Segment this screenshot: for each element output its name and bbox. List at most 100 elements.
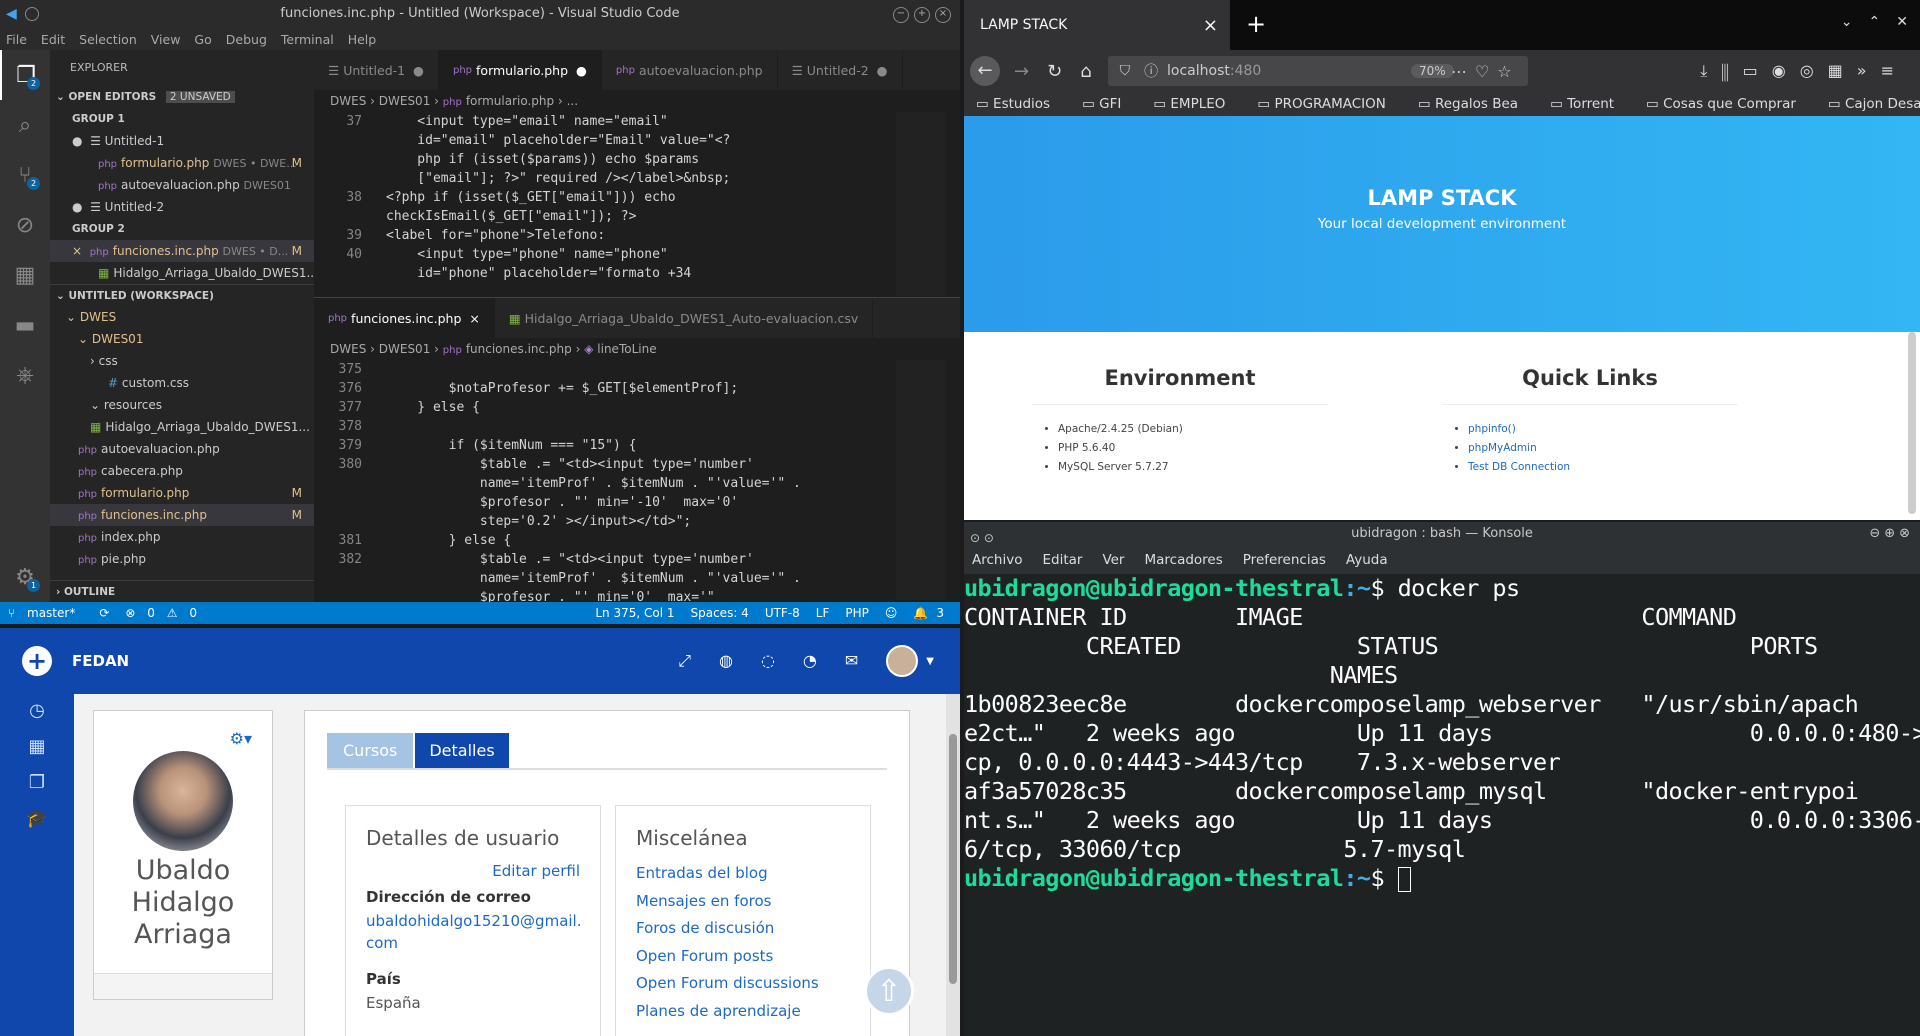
scrollbar[interactable] — [1908, 332, 1916, 514]
extensions-icon[interactable]: ▦ — [0, 250, 50, 300]
page-actions[interactable]: ⋯♡☆ — [1451, 62, 1520, 81]
link-phpmyadmin[interactable]: phpMyAdmin — [1468, 442, 1537, 454]
menu-debug[interactable]: Debug — [226, 32, 267, 47]
files-icon[interactable]: ❐ — [0, 772, 74, 802]
bookmark-folder[interactable]: ▭ Estudios — [976, 96, 1066, 112]
reload-button[interactable]: ↻ — [1047, 61, 1062, 82]
misc-link[interactable]: Open Forum discussions — [636, 970, 819, 998]
tree-file[interactable]: # custom.css — [50, 372, 314, 394]
kubernetes-icon[interactable]: ⎈ — [0, 350, 50, 400]
sync-icon[interactable]: ⟳ — [99, 606, 109, 620]
menu-ver[interactable]: Ver — [1102, 552, 1124, 568]
menu-go[interactable]: Go — [194, 32, 211, 47]
tree-file[interactable]: ▦ Hidalgo_Arriaga_Ubaldo_DWES1... — [50, 416, 314, 438]
minimize-button[interactable]: − — [893, 7, 909, 23]
close-button[interactable]: × — [935, 7, 951, 23]
debug-icon[interactable]: ⊘ — [0, 200, 50, 250]
user-avatar[interactable] — [886, 645, 919, 677]
misc-link[interactable]: Foros de discusión — [636, 915, 819, 943]
gear-icon[interactable]: ⚙▾ — [230, 729, 252, 748]
back-button[interactable]: ← — [970, 56, 1000, 86]
close-tab-icon[interactable]: × — [1203, 15, 1218, 36]
menu-archivo[interactable]: Archivo — [972, 552, 1022, 568]
open-editor-item[interactable]: php autoevaluacion.php DWES01 — [50, 174, 314, 196]
outline-header[interactable]: › OUTLINE — [50, 580, 314, 602]
menu-selection[interactable]: Selection — [79, 32, 137, 47]
menu-terminal[interactable]: Terminal — [281, 32, 334, 47]
url-bar[interactable]: ⛉ ⓘ localhost:480 70% ⋯♡☆ — [1107, 56, 1528, 86]
minimap[interactable] — [896, 360, 946, 600]
explorer-icon[interactable]: ❐ 2 — [0, 50, 50, 100]
code-editor-top[interactable]: 37 <input type="email" name="email" id="… — [314, 112, 960, 296]
tree-file[interactable]: php pie.php — [50, 548, 314, 570]
menu-view[interactable]: View — [151, 32, 181, 47]
tree-file[interactable]: php index.php — [50, 526, 314, 548]
tab-formulario[interactable]: php formulario.php ● — [438, 50, 602, 90]
link-test-db[interactable]: Test DB Connection — [1468, 461, 1570, 473]
menu-marcadores[interactable]: Marcadores — [1144, 552, 1222, 568]
tree-file[interactable]: php formulario.php M — [50, 482, 314, 504]
terminal-output[interactable]: ubidragon@ubidragon-thestral:~$ docker p… — [964, 574, 1920, 893]
tab-autoevaluacion[interactable]: php autoevaluacion.php — [602, 50, 778, 90]
close-window-icon[interactable]: ✕ — [1896, 14, 1908, 36]
indentation[interactable]: Spaces: 4 — [691, 606, 749, 620]
site-name[interactable]: FEDAN — [72, 652, 129, 670]
workspace-header[interactable]: ⌄ UNTITLED (WORKSPACE) — [50, 284, 314, 306]
bookmark-folder[interactable]: ▭ Cajon Desastre — [1828, 96, 1920, 112]
menu-help[interactable]: Help — [348, 32, 377, 47]
chevron-down-icon[interactable]: ▼ — [926, 656, 934, 667]
feedback-icon[interactable]: ☺ — [885, 606, 898, 620]
open-editor-item[interactable]: ▦ Hidalgo_Arriaga_Ubaldo_DWES1... — [50, 262, 314, 284]
maximize-button[interactable]: + — [914, 7, 930, 23]
tree-file[interactable]: php cabecera.php — [50, 460, 314, 482]
tab-detalles[interactable]: Detalles — [415, 733, 509, 768]
bookmark-folder[interactable]: ▭ Cosas que Comprar — [1646, 96, 1812, 112]
add-button[interactable]: + — [22, 646, 52, 676]
language-mode[interactable]: PHP — [845, 606, 869, 620]
misc-link[interactable]: Entradas del blog — [636, 860, 819, 888]
open-editor-item[interactable]: ● ☰ Untitled-2 — [50, 196, 314, 218]
settings-gear-icon[interactable]: ⚙ 1 — [0, 552, 50, 602]
tab-untitled-2[interactable]: ☰ Untitled-2 ● — [778, 50, 903, 90]
tree-file[interactable]: php funciones.inc.php M — [50, 504, 314, 526]
open-editor-item[interactable]: php formulario.php DWES • DWE... M — [50, 152, 314, 174]
bookmark-folder[interactable]: ▭ EMPLEO — [1153, 96, 1241, 112]
notifications[interactable]: 🔔 3 — [913, 606, 952, 620]
bookmark-folder[interactable]: ▭ PROGRAMACION — [1257, 96, 1402, 112]
eol[interactable]: LF — [816, 606, 830, 620]
home-button[interactable]: ⌂ — [1080, 61, 1091, 82]
navbar-icons[interactable]: ⤢◍◌◔✉ — [678, 651, 886, 671]
git-branch[interactable]: ⑂ master* — [8, 606, 83, 620]
link-phpinfo[interactable]: phpinfo() — [1468, 423, 1516, 435]
menu-edit[interactable]: Edit — [41, 32, 65, 47]
cursor-position[interactable]: Ln 375, Col 1 — [595, 606, 674, 620]
tree-folder[interactable]: ⌄ resources — [50, 394, 314, 416]
tab-csv[interactable]: ▦ Hidalgo_Arriaga_Ubaldo_DWES1_Auto-evalu… — [495, 298, 874, 338]
browser-tab[interactable]: LAMP STACK × — [964, 0, 1230, 50]
source-control-icon[interactable]: ⑂ 2 — [0, 150, 50, 200]
new-tab-button[interactable]: + — [1230, 0, 1282, 50]
misc-link[interactable]: Planes de aprendizaje — [636, 998, 819, 1026]
toolbar-icons[interactable]: ⤓⫼▭◉◎▦»≡ — [1700, 61, 1908, 81]
forward-button[interactable]: → — [1014, 61, 1029, 82]
tab-untitled-1[interactable]: ☰ Untitled-1 ● — [314, 50, 439, 90]
tree-file[interactable]: php autoevaluacion.php — [50, 438, 314, 460]
scrollbar[interactable] — [946, 694, 960, 1036]
tree-folder[interactable]: ⌄ DWES01 — [50, 328, 314, 350]
docker-icon[interactable]: ▬ — [0, 300, 50, 350]
menu-preferencias[interactable]: Preferencias — [1243, 552, 1326, 568]
encoding[interactable]: UTF-8 — [765, 606, 800, 620]
bookmark-folder[interactable]: ▭ Torrent — [1550, 96, 1630, 112]
zoom-level[interactable]: 70% — [1410, 64, 1454, 78]
dashboard-icon[interactable]: ◷ — [0, 700, 74, 730]
scroll-to-top-icon[interactable]: ⇧ — [864, 966, 914, 1016]
code-editor-bottom[interactable]: 375 376 $notaProfesor += $_GET[$elementPr… — [314, 360, 960, 605]
bookmark-folder[interactable]: ▭ Regalos Bea — [1418, 96, 1534, 112]
open-editors-header[interactable]: ⌄ OPEN EDITORS 2 UNSAVED — [50, 86, 314, 108]
tab-list-icon[interactable]: ⌄ — [1841, 14, 1853, 36]
minimap[interactable] — [896, 112, 946, 296]
window-menu-icon[interactable]: ⊙ ⊙ — [970, 526, 994, 550]
misc-link[interactable]: Mensajes en foros — [636, 888, 819, 916]
open-editor-item[interactable]: × php funciones.inc.php DWES • D... M — [50, 240, 314, 262]
calendar-icon[interactable]: ▦ — [0, 736, 74, 766]
